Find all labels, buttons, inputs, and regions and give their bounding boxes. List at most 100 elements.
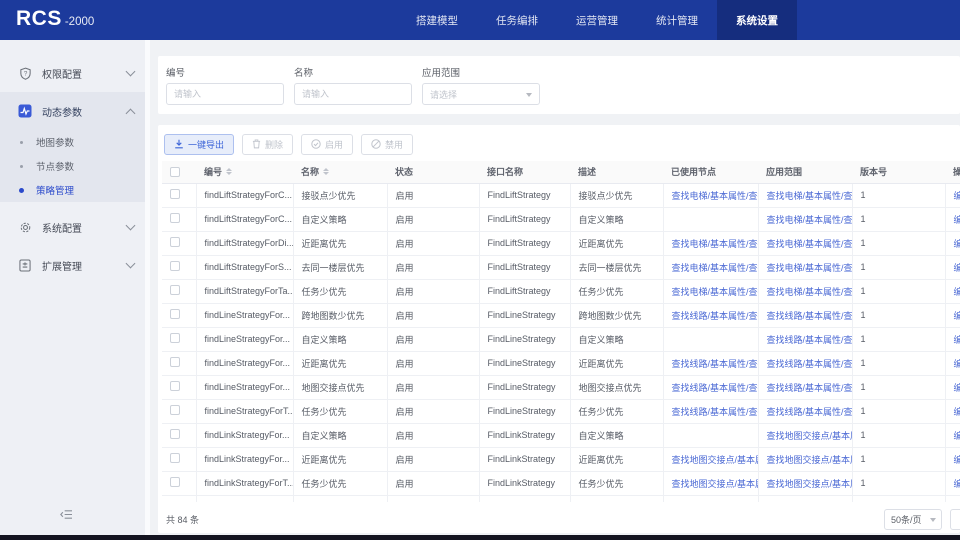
cell-empty	[758, 495, 852, 502]
cell-scope[interactable]: 查找线路/基本属性/查找	[758, 327, 852, 351]
cell-nodes[interactable]: 查找电梯/基本属性/查找	[663, 231, 758, 255]
row-checkbox[interactable]	[170, 405, 180, 415]
cell-scope[interactable]: 查找电梯/基本属性/查找	[758, 255, 852, 279]
sidebar-item[interactable]: 系统配置	[0, 208, 150, 246]
row-checkbox[interactable]	[170, 261, 180, 271]
row-checkbox[interactable]	[170, 309, 180, 319]
top-bar: RCS -2000 搭建模型任务编排运营管理统计管理系统设置	[0, 0, 960, 40]
enable-button[interactable]: 启用	[301, 134, 353, 155]
cell-nodes[interactable]: 查找地图交接点/基本属性	[663, 447, 758, 471]
top-nav-item[interactable]: 任务编排	[477, 0, 557, 40]
top-nav-item[interactable]: 统计管理	[637, 0, 717, 40]
cell-id: findLineStrategyForT...	[196, 399, 293, 423]
cell-nodes[interactable]: 查找电梯/基本属性/查找	[663, 279, 758, 303]
row-checkbox[interactable]	[170, 213, 180, 223]
cell-status: 启用	[387, 303, 479, 327]
cell-action[interactable]: 编辑	[945, 231, 960, 255]
cell-action[interactable]: 编辑	[945, 327, 960, 351]
cell-version: 1	[852, 375, 945, 399]
filter-input[interactable]	[166, 83, 284, 105]
sidebar-item[interactable]: ?权限配置	[0, 54, 150, 92]
chevron-down-icon	[126, 221, 136, 231]
sidebar-item[interactable]: 动态参数	[0, 92, 150, 130]
sidebar-subitem[interactable]: 节点参数	[0, 154, 150, 178]
select-all-checkbox[interactable]	[170, 167, 180, 177]
cell-name: 任务少优先	[293, 471, 387, 495]
sort-icon[interactable]	[226, 168, 232, 175]
filter-select[interactable]: 请选择	[422, 83, 540, 105]
cell-action[interactable]: 编辑	[945, 207, 960, 231]
cell-action[interactable]: 编辑	[945, 279, 960, 303]
cell-nodes[interactable]: 查找线路/基本属性/查找	[663, 303, 758, 327]
cell-scope[interactable]: 查找电梯/基本属性/查找	[758, 207, 852, 231]
row-checkbox[interactable]	[170, 477, 180, 487]
cell-scope[interactable]: 查找电梯/基本属性/查找	[758, 183, 852, 207]
cell-nodes[interactable]: 查找线路/基本属性/查找	[663, 375, 758, 399]
cell-interface: FindLineStrategy	[479, 303, 570, 327]
cell-scope[interactable]: 查找地图交接点/基本属性	[758, 471, 852, 495]
cell-empty	[387, 495, 479, 502]
sidebar-group: 扩展管理	[0, 246, 150, 284]
table-row: findLineStrategyFor...跨地图数少优先启用FindLineS…	[162, 303, 960, 327]
filter-panel: 编号名称应用范围请选择	[158, 56, 960, 114]
cell-action[interactable]: 编辑	[945, 447, 960, 471]
disable-button[interactable]: 禁用	[361, 134, 413, 155]
cell-nodes[interactable]: 查找地图交接点/基本属性	[663, 471, 758, 495]
column-header-name: 名称	[293, 161, 387, 183]
checkbox-cell	[162, 351, 196, 375]
cell-nodes[interactable]: 查找线路/基本属性/查找	[663, 399, 758, 423]
top-nav-item[interactable]: 运营管理	[557, 0, 637, 40]
cell-scope[interactable]: 查找地图交接点/基本属性	[758, 447, 852, 471]
row-checkbox[interactable]	[170, 357, 180, 367]
sidebar-item[interactable]: 扩展管理	[0, 246, 150, 284]
top-nav-item[interactable]: 系统设置	[717, 0, 797, 40]
cell-id: findLiftStrategyForC...	[196, 183, 293, 207]
cell-nodes[interactable]: 查找电梯/基本属性/查找	[663, 183, 758, 207]
cell-action[interactable]: 编辑	[945, 303, 960, 327]
column-header-desc: 描述	[570, 161, 663, 183]
row-checkbox[interactable]	[170, 285, 180, 295]
sort-icon[interactable]	[323, 168, 329, 175]
prev-page-button[interactable]: ‹	[950, 509, 960, 530]
cell-desc: 自定义策略	[570, 423, 663, 447]
cell-scope[interactable]: 查找线路/基本属性/查找	[758, 375, 852, 399]
sidebar-item-label: 权限配置	[42, 66, 127, 81]
cell-action[interactable]: 编辑	[945, 399, 960, 423]
cell-desc: 去同一楼层优先	[570, 255, 663, 279]
cell-nodes[interactable]: 查找电梯/基本属性/查找	[663, 255, 758, 279]
export-button[interactable]: 一键导出	[164, 134, 234, 155]
checkbox-cell	[162, 327, 196, 351]
row-checkbox[interactable]	[170, 381, 180, 391]
row-checkbox[interactable]	[170, 189, 180, 199]
cell-scope[interactable]: 查找线路/基本属性/查找	[758, 399, 852, 423]
row-checkbox[interactable]	[170, 453, 180, 463]
sidebar-subitem[interactable]: 策略管理	[0, 178, 150, 202]
cell-scope[interactable]: 查找电梯/基本属性/查找	[758, 231, 852, 255]
cell-scope[interactable]: 查找线路/基本属性/查找	[758, 303, 852, 327]
sidebar-collapse-icon[interactable]	[60, 507, 73, 525]
sidebar-subitem-label: 节点参数	[36, 159, 74, 173]
cell-action[interactable]: 编辑	[945, 471, 960, 495]
filter-input[interactable]	[294, 83, 412, 105]
cell-action[interactable]: 编辑	[945, 423, 960, 447]
row-checkbox[interactable]	[170, 333, 180, 343]
sidebar-subitem[interactable]: 地图参数	[0, 130, 150, 154]
cell-action[interactable]: 编辑	[945, 183, 960, 207]
delete-button[interactable]: 删除	[242, 134, 293, 155]
row-checkbox[interactable]	[170, 237, 180, 247]
cell-desc: 自定义策略	[570, 207, 663, 231]
page-size-select[interactable]: 50条/页	[884, 509, 942, 530]
top-nav-item[interactable]: 搭建模型	[397, 0, 477, 40]
row-checkbox[interactable]	[170, 429, 180, 439]
cell-action[interactable]: 编辑	[945, 351, 960, 375]
column-header-id: 编号	[196, 161, 293, 183]
cell-scope[interactable]: 查找地图交接点/基本属性	[758, 423, 852, 447]
cell-action[interactable]: 编辑	[945, 255, 960, 279]
column-header-interface: 接口名称	[479, 161, 570, 183]
cell-scope[interactable]: 查找线路/基本属性/查找	[758, 351, 852, 375]
toolbar: 一键导出删除启用禁用	[158, 133, 960, 155]
cell-scope[interactable]: 查找电梯/基本属性/查找	[758, 279, 852, 303]
cell-nodes[interactable]: 查找线路/基本属性/查找	[663, 351, 758, 375]
cell-action[interactable]: 编辑	[945, 375, 960, 399]
cell-desc: 近距离优先	[570, 231, 663, 255]
